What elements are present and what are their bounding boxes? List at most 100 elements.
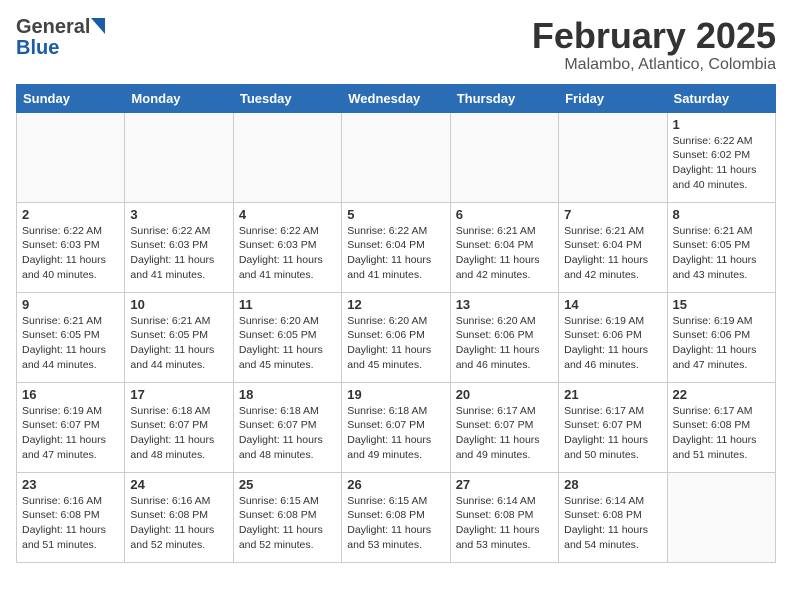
day-number: 15: [673, 297, 770, 312]
day-cell: 13 Sunrise: 6:20 AM Sunset: 6:06 PM Dayli…: [450, 292, 558, 382]
day-info: Sunrise: 6:18 AM Sunset: 6:07 PM Dayligh…: [130, 404, 227, 463]
day-cell: 15 Sunrise: 6:19 AM Sunset: 6:06 PM Dayli…: [667, 292, 775, 382]
day-info: Sunrise: 6:21 AM Sunset: 6:05 PM Dayligh…: [22, 314, 119, 373]
day-number: 22: [673, 387, 770, 402]
logo-general: General: [16, 17, 90, 37]
day-cell: 20 Sunrise: 6:17 AM Sunset: 6:07 PM Dayli…: [450, 382, 558, 472]
day-number: 6: [456, 207, 553, 222]
week-row-0: 1 Sunrise: 6:22 AM Sunset: 6:02 PM Daylig…: [17, 112, 776, 202]
location-subtitle: Malambo, Atlantico, Colombia: [532, 56, 776, 74]
month-title: February 2025: [532, 16, 776, 56]
day-cell: 8Sunrise: 6:21 AM Sunset: 6:05 PM Daylig…: [667, 202, 775, 292]
day-cell: 26 Sunrise: 6:15 AM Sunset: 6:08 PM Dayli…: [342, 472, 450, 562]
day-number: 3: [130, 207, 227, 222]
day-cell: 3 Sunrise: 6:22 AM Sunset: 6:03 PM Daylig…: [125, 202, 233, 292]
day-info: Sunrise: 6:17 AM Sunset: 6:08 PM Dayligh…: [673, 404, 770, 463]
header-tuesday: Tuesday: [233, 84, 341, 112]
day-info: Sunrise: 6:17 AM Sunset: 6:07 PM Dayligh…: [456, 404, 553, 463]
day-info: Sunrise: 6:15 AM Sunset: 6:08 PM Dayligh…: [239, 494, 336, 553]
week-row-4: 23 Sunrise: 6:16 AM Sunset: 6:08 PM Dayli…: [17, 472, 776, 562]
day-info: Sunrise: 6:21 AM Sunset: 6:04 PM Dayligh…: [564, 224, 661, 283]
day-number: 24: [130, 477, 227, 492]
day-cell: 9 Sunrise: 6:21 AM Sunset: 6:05 PM Daylig…: [17, 292, 125, 382]
day-cell: 10 Sunrise: 6:21 AM Sunset: 6:05 PM Dayli…: [125, 292, 233, 382]
day-cell: 25 Sunrise: 6:15 AM Sunset: 6:08 PM Dayli…: [233, 472, 341, 562]
day-info: Sunrise: 6:22 AM Sunset: 6:02 PM Dayligh…: [673, 134, 770, 193]
day-number: 20: [456, 387, 553, 402]
day-cell: 7 Sunrise: 6:21 AM Sunset: 6:04 PM Daylig…: [559, 202, 667, 292]
day-cell: 11Sunrise: 6:20 AM Sunset: 6:05 PM Dayli…: [233, 292, 341, 382]
day-info: Sunrise: 6:21 AM Sunset: 6:04 PM Dayligh…: [456, 224, 553, 283]
day-info: Sunrise: 6:16 AM Sunset: 6:08 PM Dayligh…: [130, 494, 227, 553]
day-cell: 6 Sunrise: 6:21 AM Sunset: 6:04 PM Daylig…: [450, 202, 558, 292]
day-info: Sunrise: 6:20 AM Sunset: 6:05 PM Dayligh…: [239, 314, 336, 373]
title-area: February 2025 Malambo, Atlantico, Colomb…: [532, 16, 776, 74]
week-row-1: 2 Sunrise: 6:22 AM Sunset: 6:03 PM Daylig…: [17, 202, 776, 292]
day-cell: 14Sunrise: 6:19 AM Sunset: 6:06 PM Dayli…: [559, 292, 667, 382]
day-cell: 28 Sunrise: 6:14 AM Sunset: 6:08 PM Dayli…: [559, 472, 667, 562]
day-cell: 21 Sunrise: 6:17 AM Sunset: 6:07 PM Dayli…: [559, 382, 667, 472]
logo-blue: Blue: [16, 37, 59, 59]
day-cell: 27 Sunrise: 6:14 AM Sunset: 6:08 PM Dayli…: [450, 472, 558, 562]
day-cell: 17 Sunrise: 6:18 AM Sunset: 6:07 PM Dayli…: [125, 382, 233, 472]
day-number: 25: [239, 477, 336, 492]
day-number: 2: [22, 207, 119, 222]
day-cell: 2 Sunrise: 6:22 AM Sunset: 6:03 PM Daylig…: [17, 202, 125, 292]
header-sunday: Sunday: [17, 84, 125, 112]
day-number: 13: [456, 297, 553, 312]
day-info: Sunrise: 6:21 AM Sunset: 6:05 PM Dayligh…: [673, 224, 770, 283]
day-number: 17: [130, 387, 227, 402]
week-row-3: 16 Sunrise: 6:19 AM Sunset: 6:07 PM Dayli…: [17, 382, 776, 472]
day-cell: [233, 112, 341, 202]
day-number: 16: [22, 387, 119, 402]
day-cell: [559, 112, 667, 202]
day-cell: [17, 112, 125, 202]
day-number: 28: [564, 477, 661, 492]
day-info: Sunrise: 6:14 AM Sunset: 6:08 PM Dayligh…: [456, 494, 553, 553]
day-number: 7: [564, 207, 661, 222]
day-cell: [342, 112, 450, 202]
day-number: 1: [673, 117, 770, 132]
day-info: Sunrise: 6:22 AM Sunset: 6:03 PM Dayligh…: [130, 224, 227, 283]
day-info: Sunrise: 6:20 AM Sunset: 6:06 PM Dayligh…: [347, 314, 444, 373]
day-info: Sunrise: 6:17 AM Sunset: 6:07 PM Dayligh…: [564, 404, 661, 463]
day-cell: [450, 112, 558, 202]
day-number: 4: [239, 207, 336, 222]
header-saturday: Saturday: [667, 84, 775, 112]
day-info: Sunrise: 6:16 AM Sunset: 6:08 PM Dayligh…: [22, 494, 119, 553]
day-cell: 19Sunrise: 6:18 AM Sunset: 6:07 PM Dayli…: [342, 382, 450, 472]
header-friday: Friday: [559, 84, 667, 112]
day-number: 10: [130, 297, 227, 312]
day-cell: 5Sunrise: 6:22 AM Sunset: 6:04 PM Daylig…: [342, 202, 450, 292]
day-cell: 1 Sunrise: 6:22 AM Sunset: 6:02 PM Daylig…: [667, 112, 775, 202]
day-cell: 23 Sunrise: 6:16 AM Sunset: 6:08 PM Dayli…: [17, 472, 125, 562]
logo: General Blue: [16, 16, 105, 58]
day-number: 21: [564, 387, 661, 402]
day-number: 14: [564, 297, 661, 312]
day-cell: [125, 112, 233, 202]
calendar-table: SundayMondayTuesdayWednesdayThursdayFrid…: [16, 84, 776, 563]
day-number: 27: [456, 477, 553, 492]
day-info: Sunrise: 6:15 AM Sunset: 6:08 PM Dayligh…: [347, 494, 444, 553]
day-number: 26: [347, 477, 444, 492]
day-number: 12: [347, 297, 444, 312]
day-info: Sunrise: 6:22 AM Sunset: 6:03 PM Dayligh…: [22, 224, 119, 283]
day-number: 5: [347, 207, 444, 222]
page-header: General Blue February 2025 Malambo, Atla…: [16, 16, 776, 74]
day-info: Sunrise: 6:14 AM Sunset: 6:08 PM Dayligh…: [564, 494, 661, 553]
header-monday: Monday: [125, 84, 233, 112]
day-number: 23: [22, 477, 119, 492]
day-info: Sunrise: 6:22 AM Sunset: 6:03 PM Dayligh…: [239, 224, 336, 283]
day-info: Sunrise: 6:19 AM Sunset: 6:06 PM Dayligh…: [673, 314, 770, 373]
day-cell: 12 Sunrise: 6:20 AM Sunset: 6:06 PM Dayli…: [342, 292, 450, 382]
day-info: Sunrise: 6:21 AM Sunset: 6:05 PM Dayligh…: [130, 314, 227, 373]
day-cell: 4 Sunrise: 6:22 AM Sunset: 6:03 PM Daylig…: [233, 202, 341, 292]
day-info: Sunrise: 6:20 AM Sunset: 6:06 PM Dayligh…: [456, 314, 553, 373]
header-thursday: Thursday: [450, 84, 558, 112]
day-cell: 22 Sunrise: 6:17 AM Sunset: 6:08 PM Dayli…: [667, 382, 775, 472]
day-info: Sunrise: 6:19 AM Sunset: 6:07 PM Dayligh…: [22, 404, 119, 463]
day-cell: [667, 472, 775, 562]
day-number: 9: [22, 297, 119, 312]
week-row-2: 9 Sunrise: 6:21 AM Sunset: 6:05 PM Daylig…: [17, 292, 776, 382]
day-info: Sunrise: 6:18 AM Sunset: 6:07 PM Dayligh…: [347, 404, 444, 463]
